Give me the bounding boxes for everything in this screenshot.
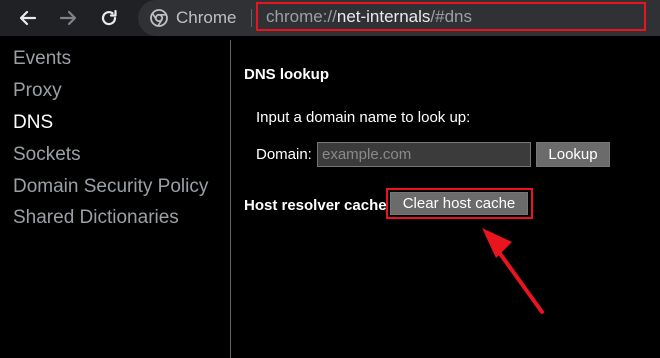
chrome-logo-icon [150, 9, 168, 27]
back-arrow-icon [19, 10, 37, 26]
omnibox-divider [251, 9, 252, 27]
sidebar-item-dns[interactable]: DNS [13, 111, 53, 135]
url-path: /#dns [430, 6, 473, 26]
sidebar-item-sockets[interactable]: Sockets [13, 143, 81, 167]
dns-lookup-heading: DNS lookup [244, 66, 329, 83]
forward-button[interactable] [54, 4, 82, 32]
url-scheme: chrome:// [266, 6, 337, 26]
url-host: net-internals [336, 6, 431, 26]
lookup-button[interactable]: Lookup [536, 142, 610, 167]
sidebar-item-proxy[interactable]: Proxy [13, 79, 62, 103]
sidebar-item-shared-dictionaries[interactable]: Shared Dictionaries [13, 206, 179, 230]
browser-toolbar: Chrome chrome://net-internals/#dns [0, 0, 660, 36]
domain-input[interactable] [317, 142, 531, 167]
forward-arrow-icon [59, 10, 77, 26]
sidebar: Events Proxy DNS Sockets Domain Security… [0, 40, 230, 358]
chrome-label: Chrome [176, 8, 237, 27]
clear-host-cache-button[interactable]: Clear host cache [390, 192, 528, 215]
reload-button[interactable] [95, 4, 123, 32]
url-bar[interactable]: chrome://net-internals/#dns [256, 2, 646, 31]
domain-label: Domain: [256, 146, 312, 163]
sidebar-item-domain-security-policy[interactable]: Domain Security Policy [13, 175, 208, 199]
site-info-chip[interactable]: Chrome [150, 6, 236, 30]
host-resolver-cache-heading: Host resolver cache [244, 197, 387, 214]
reload-icon [101, 9, 117, 26]
sidebar-item-events[interactable]: Events [13, 47, 71, 71]
annotation-arrow-icon [482, 228, 544, 314]
back-button[interactable] [14, 4, 42, 32]
lookup-hint: Input a domain name to look up: [256, 109, 471, 126]
